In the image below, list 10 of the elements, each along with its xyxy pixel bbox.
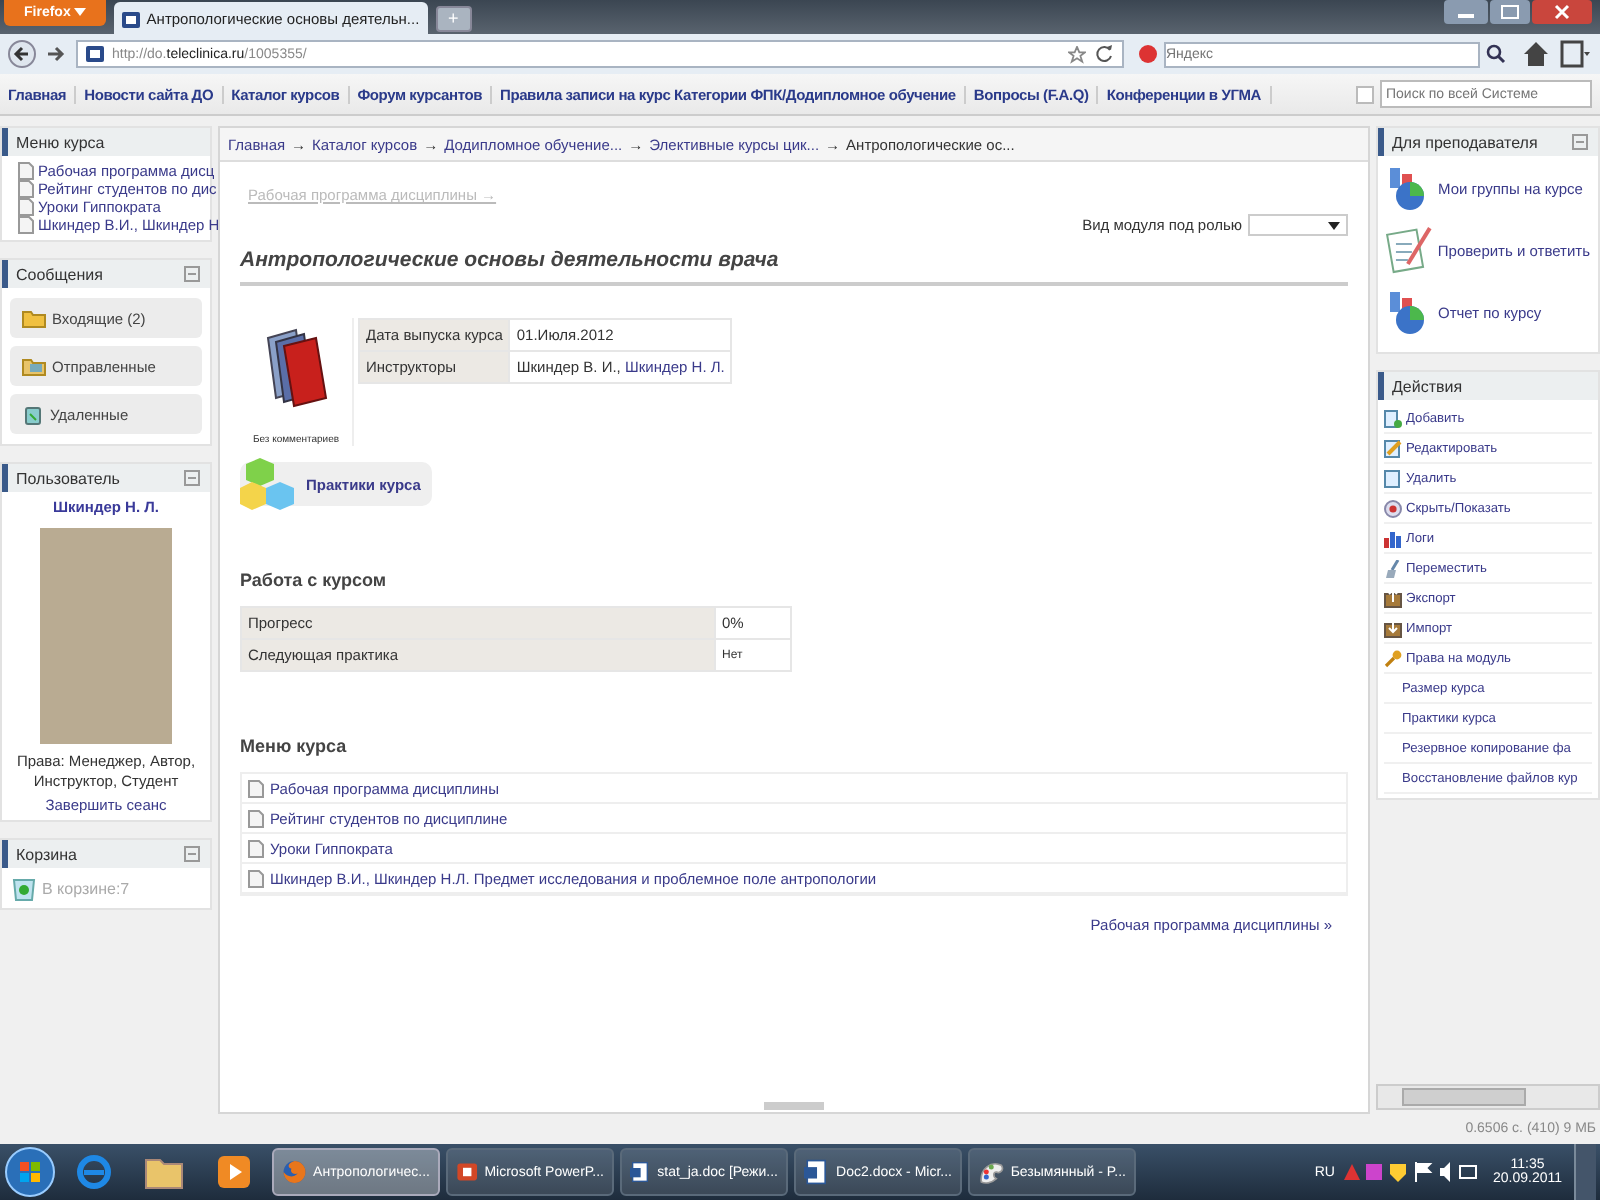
block-title: Пользователь	[16, 469, 120, 487]
block-title: Корзина	[16, 845, 77, 863]
trash-count-text: В корзине:7	[42, 879, 130, 897]
section-title: Меню курса	[240, 736, 349, 756]
block-title: Действия	[1392, 377, 1463, 395]
block-title: Для преподавателя	[1392, 133, 1538, 151]
block-title: Меню курса	[16, 133, 105, 151]
section-title: Работа с курсом	[240, 570, 389, 590]
course-title: Антропологические основы деятельности врача	[240, 248, 1348, 286]
block-title: Сообщения	[16, 265, 103, 283]
